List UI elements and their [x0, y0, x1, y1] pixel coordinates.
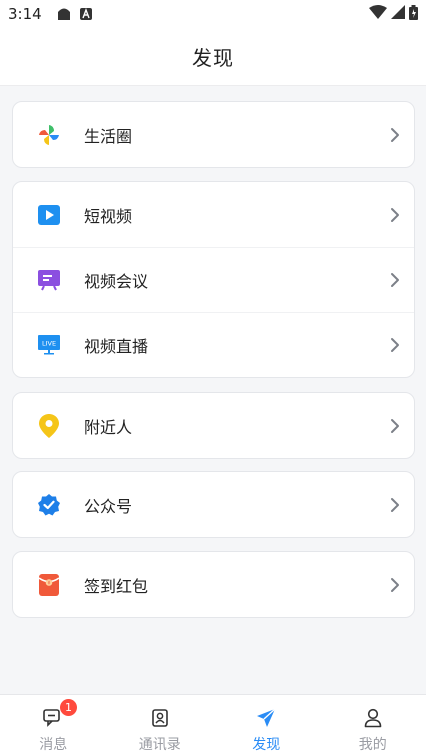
menu-item-label: 公众号 — [84, 496, 133, 516]
chevron-right-icon — [390, 127, 400, 143]
chevron-right-icon — [390, 207, 400, 223]
menu-item-label: 短视频 — [84, 206, 133, 226]
menu-item-label: 视频直播 — [84, 337, 149, 356]
tab-contacts[interactable]: 通讯录 — [107, 695, 214, 755]
signal-icon — [391, 5, 405, 23]
wifi-icon — [369, 5, 387, 23]
tab-label: 发现 — [252, 737, 281, 753]
red-envelope-icon: ¥ — [37, 573, 61, 597]
chevron-right-icon — [390, 337, 400, 353]
menu-item-video-meeting[interactable]: 视频会议 — [13, 247, 414, 312]
battery-icon — [409, 4, 418, 24]
svg-text:¥: ¥ — [47, 580, 50, 586]
android-notification-icon — [56, 7, 72, 21]
tab-me[interactable]: 我的 — [320, 695, 426, 755]
tab-label: 通讯录 — [138, 737, 181, 753]
group-nearby: 附近人 — [12, 392, 415, 459]
page-header: 发现 — [0, 28, 426, 86]
menu-item-check-in-red-envelope[interactable]: ¥ 签到红包 — [13, 552, 414, 617]
menu-item-label: 签到红包 — [84, 576, 149, 596]
tab-label: 我的 — [358, 737, 387, 753]
menu-item-short-video[interactable]: 短视频 — [13, 182, 414, 247]
group-video: 短视频 视频会议 LIVE 视频直播 — [12, 181, 415, 378]
group-life-circle: 生活圈 — [12, 101, 415, 168]
user-profile-icon — [364, 707, 382, 729]
app-notification-icon — [79, 8, 92, 20]
status-time: 3:14 — [8, 5, 42, 23]
tab-messages[interactable]: 1 消息 — [0, 695, 107, 755]
location-pin-icon — [37, 413, 61, 438]
meeting-screen-icon — [37, 268, 61, 292]
menu-item-label: 视频会议 — [84, 272, 149, 291]
menu-item-official-accounts[interactable]: 公众号 — [13, 472, 414, 537]
unread-badge: 1 — [60, 699, 77, 716]
bottom-tab-bar: 1 消息 通讯录 发现 我的 — [0, 694, 426, 755]
menu-item-life-circle[interactable]: 生活圈 — [13, 102, 414, 167]
menu-item-label: 附近人 — [84, 417, 133, 437]
page-title: 发现 — [192, 46, 234, 70]
play-video-icon — [37, 203, 61, 227]
menu-item-nearby-people[interactable]: 附近人 — [13, 393, 414, 458]
group-check-in: ¥ 签到红包 — [12, 551, 415, 618]
pinwheel-icon — [37, 123, 61, 147]
group-official-accounts: 公众号 — [12, 471, 415, 538]
chevron-right-icon — [390, 577, 400, 593]
chevron-right-icon — [390, 418, 400, 434]
tab-label: 消息 — [39, 737, 68, 753]
svg-text:LIVE: LIVE — [42, 340, 56, 348]
contacts-book-icon — [151, 707, 168, 729]
live-tv-icon: LIVE — [37, 333, 61, 357]
menu-item-video-live[interactable]: LIVE 视频直播 — [13, 312, 414, 377]
menu-item-label: 生活圈 — [84, 126, 133, 146]
paper-plane-icon — [256, 707, 276, 729]
chevron-right-icon — [390, 497, 400, 513]
tab-discover[interactable]: 发现 — [213, 695, 320, 755]
status-bar: 3:14 — [0, 0, 426, 28]
chevron-right-icon — [390, 272, 400, 288]
verified-badge-icon — [37, 493, 61, 517]
